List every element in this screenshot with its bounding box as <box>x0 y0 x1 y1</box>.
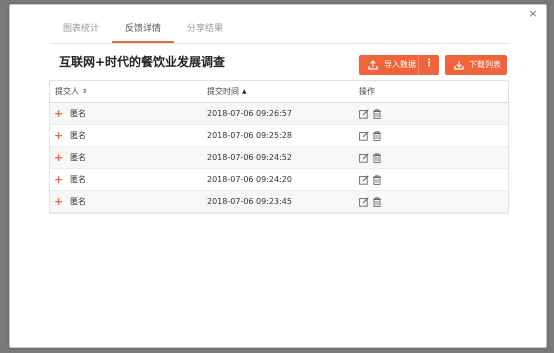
edit-icon[interactable] <box>359 130 369 141</box>
edit-icon[interactable] <box>359 152 369 163</box>
download-list-button[interactable]: 下载列表 <box>445 55 507 75</box>
column-label: 提交时间 <box>207 87 239 96</box>
table-body: + 匿名 2018-07-06 09:26:57 + 匿名 2018-07-06 0… <box>50 103 508 213</box>
tab-feedback-details[interactable]: 反馈详情 <box>112 17 175 43</box>
edit-icon[interactable] <box>359 196 369 207</box>
submitter-cell: 匿名 <box>70 153 86 162</box>
column-label: 提交人 <box>55 87 79 96</box>
column-header-time[interactable]: 提交时间 ▲ <box>207 86 359 97</box>
download-list-label: 下载列表 <box>469 60 501 69</box>
table-row: + 匿名 2018-07-06 09:24:52 <box>50 147 508 169</box>
table-header: 提交人 ⇕ 提交时间 ▲ 操作 <box>50 81 508 103</box>
delete-icon[interactable] <box>372 174 382 185</box>
sort-ascending-icon[interactable]: ▲ <box>242 88 247 95</box>
feedback-table: 提交人 ⇕ 提交时间 ▲ 操作 +匿名 2018-07-06 09:26:57 <box>49 80 509 214</box>
table-row: + 匿名 2018-07-06 09:23:45 <box>50 191 508 213</box>
edit-icon[interactable] <box>359 174 369 185</box>
submitter-cell: 匿名 <box>70 175 86 184</box>
close-icon[interactable]: × <box>526 7 540 21</box>
table-row: + 匿名 2018-07-06 09:25:28 <box>50 125 508 147</box>
table-row: + 匿名 2018-07-06 09:26:57 <box>50 103 508 125</box>
delete-icon[interactable] <box>372 196 382 207</box>
submitter-cell: 匿名 <box>70 197 86 206</box>
time-cell: 2018-07-06 09:24:20 <box>207 175 292 184</box>
time-cell: 2018-07-06 09:26:57 <box>207 109 292 118</box>
delete-icon[interactable] <box>372 152 382 163</box>
more-options-icon[interactable]: ⋮ <box>418 55 439 75</box>
column-label: 操作 <box>359 87 375 96</box>
survey-title: 互联网+时代的餐饮业发展调查 <box>59 55 226 69</box>
tab-bar: 图表统计 反馈详情 分享结果 <box>50 17 510 44</box>
expand-icon[interactable]: + <box>54 195 70 208</box>
submitter-cell: 匿名 <box>70 131 86 140</box>
download-icon <box>454 61 464 70</box>
time-cell: 2018-07-06 09:24:52 <box>207 153 292 162</box>
feedback-modal: × 图表统计 反馈详情 分享结果 互联网+时代的餐饮业发展调查 导入数据 ⋮ 下… <box>9 4 547 348</box>
time-cell: 2018-07-06 09:25:28 <box>207 131 292 140</box>
upload-icon <box>368 60 378 70</box>
tab-chart-stats[interactable]: 图表统计 <box>50 17 112 41</box>
table-row: + 匿名 2018-07-06 09:24:20 <box>50 169 508 191</box>
import-data-label: 导入数据 <box>384 60 416 69</box>
delete-icon[interactable] <box>372 108 382 119</box>
expand-icon[interactable]: + <box>54 173 70 186</box>
expand-icon[interactable]: + <box>54 151 70 164</box>
edit-icon[interactable] <box>359 108 369 119</box>
delete-icon[interactable] <box>372 130 382 141</box>
import-data-button[interactable]: 导入数据 ⋮ <box>359 55 439 75</box>
column-header-submitter[interactable]: 提交人 ⇕ <box>50 86 207 97</box>
time-cell: 2018-07-06 09:23:45 <box>207 197 292 206</box>
submitter-cell: 匿名 <box>70 109 86 118</box>
expand-icon[interactable]: + <box>54 107 70 120</box>
expand-icon[interactable]: + <box>54 129 70 142</box>
column-header-actions: 操作 <box>359 86 504 97</box>
sort-icon[interactable]: ⇕ <box>82 88 87 95</box>
tab-share-results[interactable]: 分享结果 <box>174 17 236 41</box>
